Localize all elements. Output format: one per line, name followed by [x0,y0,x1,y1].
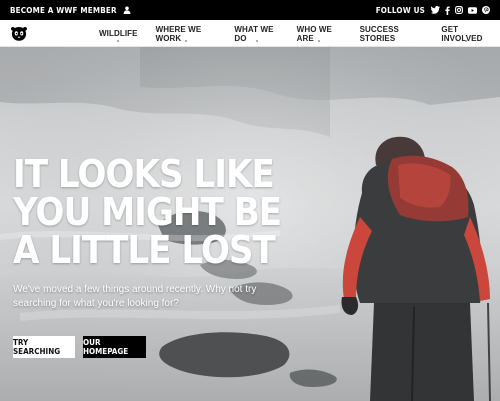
nav-item-who-we-are[interactable]: WHO WE ARE [288,20,351,47]
page-headline: IT LOOKS LIKE YOU MIGHT BE A LITTLE LOST [13,152,282,272]
facebook-icon[interactable] [445,6,450,15]
become-member-label: BECOME A WWF MEMBER [10,5,117,15]
our-homepage-button[interactable]: OUR HOMEPAGE [83,336,146,358]
nav-menu: WILDLIFE WHERE WE WORK WHAT WE DO WHO WE… [90,20,500,47]
instagram-icon[interactable] [455,6,463,14]
wwf-panda-logo[interactable] [10,24,28,42]
try-searching-button[interactable]: TRY SEARCHING [13,336,75,358]
main-navigation: WILDLIFE WHERE WE WORK WHAT WE DO WHO WE… [0,20,500,47]
page-subtext: We've moved a few things around recently… [13,284,257,309]
hero-banner: IT LOOKS LIKE YOU MIGHT BE A LITTLE LOST… [0,47,500,401]
nav-item-get-involved[interactable]: GET INVOLVED [432,20,500,47]
youtube-icon[interactable] [468,6,477,14]
twitter-icon[interactable] [431,6,440,14]
user-icon [123,6,131,14]
nav-item-what-we-do[interactable]: WHAT WE DO [225,20,287,47]
pinterest-icon[interactable] [482,6,490,14]
nav-item-success-stories[interactable]: SUCCESS STORIES [351,20,433,47]
nav-item-wildlife[interactable]: WILDLIFE [90,20,147,47]
nav-item-where-we-work[interactable]: WHERE WE WORK [147,20,226,47]
follow-us-label: FOLLOW US [375,5,425,15]
top-bar: BECOME A WWF MEMBER FOLLOW US [0,0,500,20]
follow-us: FOLLOW US [376,6,490,15]
social-icons [431,6,490,15]
become-member-link[interactable]: BECOME A WWF MEMBER [10,6,131,15]
